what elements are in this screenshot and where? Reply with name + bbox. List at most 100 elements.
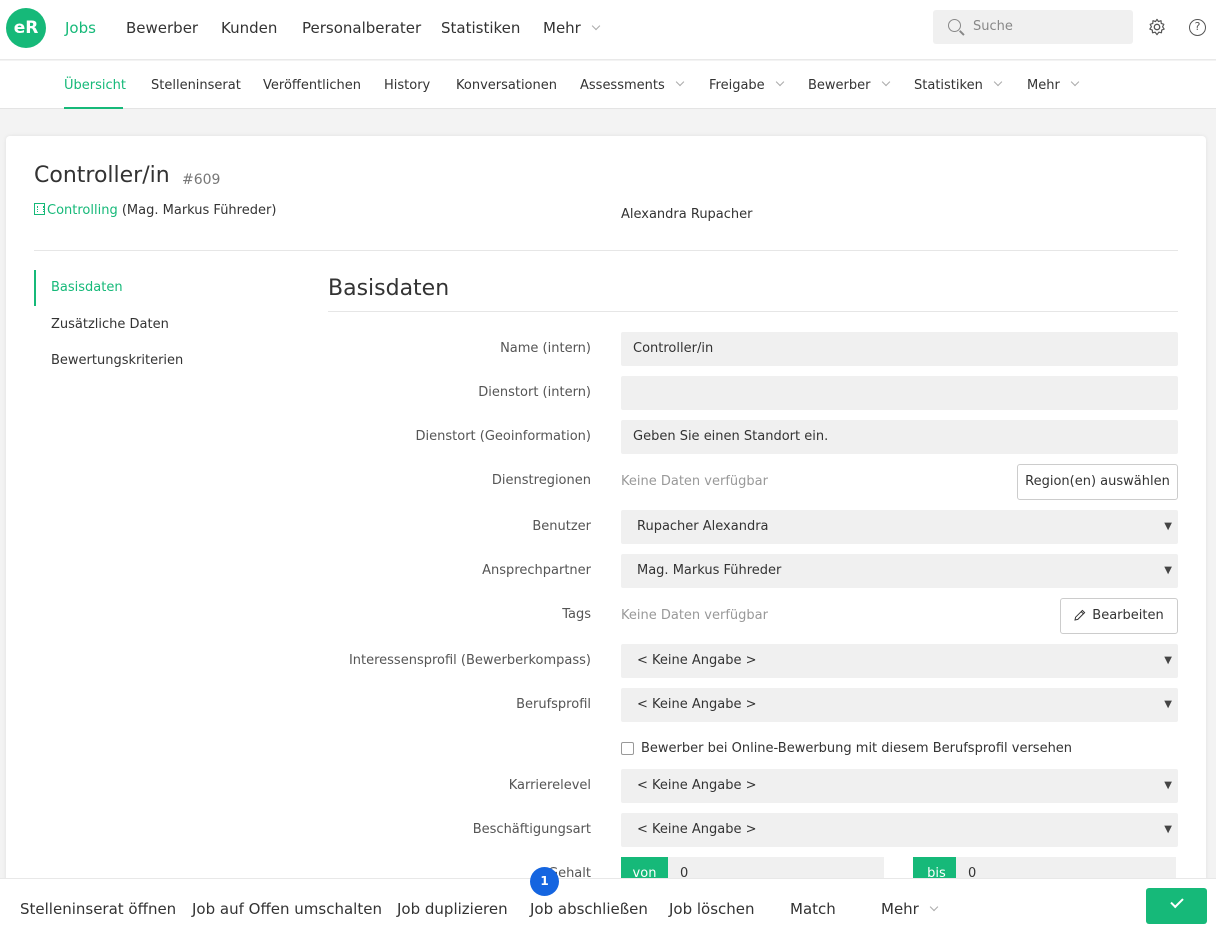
chevron-down-icon [675,77,685,87]
ansprech-label: Ansprechpartner [482,563,591,578]
chevron-down-icon [591,21,601,31]
job-owner: Alexandra Rupacher [621,207,753,222]
name-input[interactable]: Controller/in [621,332,1178,366]
tab-statistiken[interactable]: Statistiken [914,77,1003,93]
interessen-select[interactable]: < Keine Angabe > ▼ [621,644,1178,678]
select-regions-button[interactable]: Region(en) auswählen [1017,464,1178,500]
tab-mehr-label: Mehr [1027,78,1060,93]
help-icon[interactable]: ? [1189,19,1206,36]
caret-down-icon: ▼ [1164,521,1172,532]
regionen-value: Keine Daten verfügbar [621,474,768,489]
tab-assessments[interactable]: Assessments [580,77,685,93]
duplicate-job-button[interactable]: Job duplizieren [397,900,508,918]
edit-tags-label: Bearbeiten [1092,608,1164,623]
tab-stelleninserat[interactable]: Stelleninserat [151,78,241,93]
toggle-open-button[interactable]: Job auf Offen umschalten [192,900,382,918]
side-menu-basisdaten[interactable]: Basisdaten [34,270,123,306]
chevron-down-icon [929,902,939,912]
chevron-down-icon [881,77,890,87]
geo-label: Dienstort (Geoinformation) [415,429,591,444]
berufsprofil-checkbox-label[interactable]: Bewerber bei Online-Bewerbung mit diesem… [641,741,1072,756]
more-actions-button[interactable]: Mehr [881,900,939,918]
topnav-bewerber[interactable]: Bewerber [126,19,198,37]
search-icon [948,19,961,32]
tags-value: Keine Daten verfügbar [621,608,768,623]
interessen-value: < Keine Angabe > [637,653,757,668]
topnav-mehr-label: Mehr [543,19,581,37]
chevron-down-icon [1070,77,1080,87]
active-tab-indicator [64,107,123,109]
caret-down-icon: ▼ [1164,780,1172,791]
department-link[interactable]: Controlling [47,203,118,218]
caret-down-icon: ▼ [1164,699,1172,710]
pencil-icon [1074,609,1086,621]
dienstort-input[interactable] [621,376,1178,410]
tab-freigabe[interactable]: Freigabe [709,77,784,93]
beruf-label: Berufsprofil [516,697,591,712]
topnav-personalberater[interactable]: Personalberater [302,19,421,37]
caret-down-icon: ▼ [1164,565,1172,576]
tab-bewerber-label: Bewerber [808,78,871,93]
job-id: #609 [182,172,221,188]
edit-tags-button[interactable]: Bearbeiten [1060,598,1178,634]
caret-down-icon: ▼ [1164,824,1172,835]
tab-mehr[interactable]: Mehr [1027,77,1080,93]
ansprech-value: Mag. Markus Führeder [637,563,782,578]
header-divider [34,250,1178,251]
regionen-label: Dienstregionen [491,473,591,488]
save-button[interactable] [1146,888,1207,924]
building-icon [34,203,45,215]
sub-navigation: Übersicht Stelleninserat Veröffentlichen… [0,61,1216,109]
search-input[interactable]: Suche [933,10,1133,44]
ansprech-select[interactable]: Mag. Markus Führeder ▼ [621,554,1178,588]
beruf-value: < Keine Angabe > [637,697,757,712]
topnav-statistiken[interactable]: Statistiken [441,19,520,37]
caret-down-icon: ▼ [1164,655,1172,666]
dienstort-label: Dienstort (intern) [478,385,591,400]
tab-assessments-label: Assessments [580,78,665,93]
side-menu-bewertungskriterien[interactable]: Bewertungskriterien [34,353,183,368]
beschaeftigung-select[interactable]: < Keine Angabe > ▼ [621,813,1178,847]
tab-konversationen[interactable]: Konversationen [456,78,557,93]
gear-icon[interactable] [1148,18,1166,36]
topnav-mehr[interactable]: Mehr [543,19,601,37]
side-menu-zusaetzliche-daten[interactable]: Zusätzliche Daten [34,317,169,332]
benutzer-value: Rupacher Alexandra [637,519,769,534]
close-job-button[interactable]: Job abschließen [530,900,648,918]
chevron-down-icon [993,77,1003,87]
tab-uebersicht[interactable]: Übersicht [64,78,126,93]
berufsprofil-checkbox[interactable] [621,742,634,755]
karriere-label: Karrierelevel [508,778,591,793]
benutzer-select[interactable]: Rupacher Alexandra ▼ [621,510,1178,544]
more-actions-label: Mehr [881,900,919,918]
department-contact: (Mag. Markus Führeder) [121,203,277,218]
tab-veroeffentlichen[interactable]: Veröffentlichen [263,78,361,93]
tab-bewerber[interactable]: Bewerber [808,77,890,93]
open-inserat-button[interactable]: Stelleninserat öffnen [20,900,176,918]
step-badge: 1 [530,867,559,896]
job-title: Controller/in [34,163,170,188]
top-navigation: eR Jobs Bewerber Kunden Personalberater … [0,0,1216,60]
benutzer-label: Benutzer [532,519,591,534]
beschaeftigung-label: Beschäftigungsart [472,822,591,837]
chevron-down-icon [775,77,784,87]
check-icon [1170,894,1184,909]
tab-history[interactable]: History [384,78,430,93]
delete-job-button[interactable]: Job löschen [669,900,755,918]
action-bar: Stelleninserat öffnen Job auf Offen umsc… [0,878,1216,934]
section-divider [328,311,1178,312]
beschaeftigung-value: < Keine Angabe > [637,822,757,837]
match-button[interactable]: Match [790,900,836,918]
topnav-kunden[interactable]: Kunden [221,19,277,37]
search-placeholder: Suche [973,19,1013,34]
beruf-select[interactable]: < Keine Angabe > ▼ [621,688,1178,722]
tab-statistiken-label: Statistiken [914,78,983,93]
karriere-value: < Keine Angabe > [637,778,757,793]
app-logo[interactable]: eR [6,8,46,48]
karriere-select[interactable]: < Keine Angabe > ▼ [621,769,1178,803]
job-department: Controlling (Mag. Markus Führeder) [34,203,276,218]
geo-input[interactable]: Geben Sie einen Standort ein. [621,420,1178,454]
tab-freigabe-label: Freigabe [709,78,765,93]
interessen-label: Interessensprofil (Bewerberkompass) [348,653,591,668]
topnav-jobs[interactable]: Jobs [65,19,96,37]
